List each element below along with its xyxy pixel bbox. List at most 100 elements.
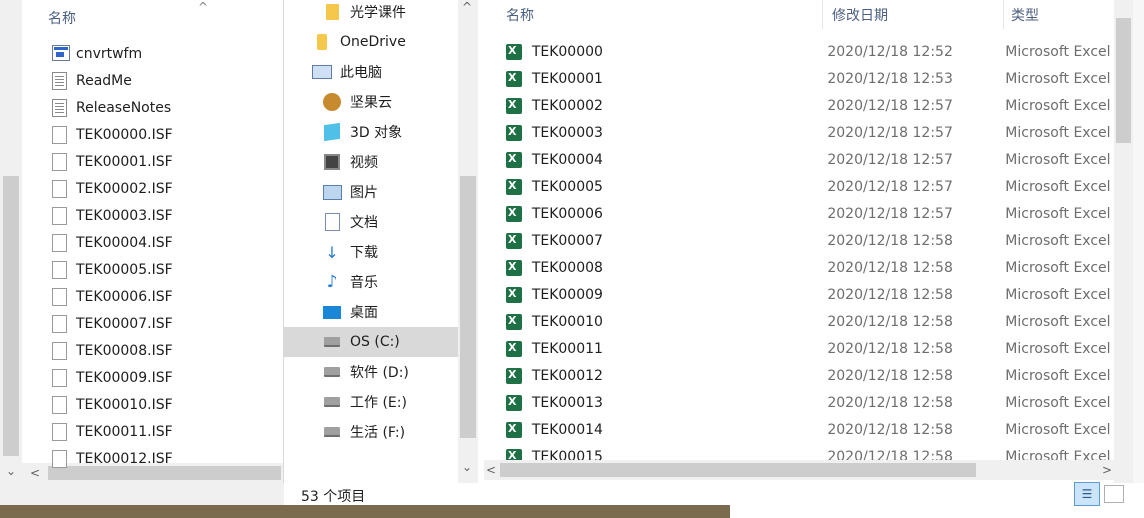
nav-item[interactable]: 此电脑 bbox=[0, 57, 458, 87]
file-name: TEK00006 bbox=[531, 205, 603, 222]
nav-item[interactable]: OS (C:) bbox=[284, 327, 458, 357]
file-type: Microsoft Excel bbox=[1005, 205, 1111, 222]
table-row[interactable]: TEK00008 2020/12/18 12:58 Microsoft Excel bbox=[506, 254, 1114, 281]
table-row[interactable]: TEK00011 2020/12/18 12:58 Microsoft Excel bbox=[506, 335, 1114, 362]
nav-item-label: 图片 bbox=[350, 185, 378, 201]
excel-file-icon bbox=[506, 367, 522, 384]
nav-item-label: 生活 (F:) bbox=[350, 425, 406, 441]
file-type: Microsoft Excel bbox=[1005, 286, 1111, 303]
file-icon bbox=[52, 449, 68, 468]
column-header-type[interactable]: 类型 bbox=[1011, 5, 1039, 25]
table-row[interactable]: TEK00010 2020/12/18 12:58 Microsoft Excel bbox=[506, 308, 1114, 335]
desktop-background bbox=[0, 505, 730, 518]
nav-vertical-scrollbar[interactable]: ^ ⌄ bbox=[458, 0, 478, 483]
modified-date: 2020/12/18 12:58 bbox=[827, 313, 953, 330]
excel-file-icon bbox=[506, 340, 522, 357]
nav-item-label: 工作 (E:) bbox=[350, 395, 407, 411]
nav-item-label: 下载 bbox=[350, 245, 378, 261]
excel-file-icon bbox=[506, 313, 522, 330]
modified-date: 2020/12/18 12:52 bbox=[827, 43, 953, 60]
drive-icon bbox=[322, 362, 342, 382]
column-header-name[interactable]: 名称 bbox=[506, 5, 534, 25]
chevron-down-icon[interactable]: ⌄ bbox=[462, 460, 472, 474]
file-name: TEK00012 bbox=[531, 367, 603, 384]
nav-item[interactable]: 文档 bbox=[0, 207, 458, 237]
chevron-left-icon[interactable]: < bbox=[486, 460, 496, 480]
table-row[interactable]: TEK00004 2020/12/18 12:57 Microsoft Excel bbox=[506, 146, 1114, 173]
nav-item[interactable]: 桌面 bbox=[0, 297, 458, 327]
modified-date: 2020/12/18 12:53 bbox=[827, 70, 953, 87]
file-name: TEK00010 bbox=[531, 313, 603, 330]
table-row[interactable]: TEK00000 2020/12/18 12:52 Microsoft Excel bbox=[506, 38, 1114, 65]
main-scroll-thumb[interactable] bbox=[1116, 18, 1131, 143]
nav-item-label: OS (C:) bbox=[350, 334, 400, 350]
excel-file-icon bbox=[506, 43, 522, 60]
nav-item[interactable]: OneDrive bbox=[0, 27, 458, 57]
downloads-icon: ↓ bbox=[325, 242, 339, 262]
chevron-right-icon[interactable]: > bbox=[1102, 460, 1112, 480]
nav-item[interactable]: 软件 (D:) bbox=[0, 357, 458, 387]
excel-file-icon bbox=[506, 97, 522, 114]
column-divider[interactable] bbox=[822, 0, 823, 29]
file-name: TEK00003 bbox=[531, 124, 603, 141]
nav-item[interactable]: 视频 bbox=[0, 147, 458, 177]
modified-date: 2020/12/18 12:58 bbox=[827, 232, 953, 249]
modified-date: 2020/12/18 12:58 bbox=[827, 259, 953, 276]
nav-item-label: 坚果云 bbox=[350, 95, 392, 111]
3d-objects-icon bbox=[322, 122, 342, 142]
music-icon: ♪ bbox=[326, 272, 338, 292]
file-type: Microsoft Excel bbox=[1005, 70, 1111, 87]
chevron-left-icon[interactable]: < bbox=[30, 463, 40, 483]
nav-item[interactable]: 生活 (F:) bbox=[0, 417, 458, 447]
column-divider[interactable] bbox=[1003, 0, 1004, 29]
table-row[interactable]: TEK00006 2020/12/18 12:57 Microsoft Excel bbox=[506, 200, 1114, 227]
modified-date: 2020/12/18 12:57 bbox=[827, 124, 953, 141]
file-name: TEK00000 bbox=[531, 43, 603, 60]
nav-item[interactable]: 图片 bbox=[0, 177, 458, 207]
main-horizontal-scrollbar[interactable]: < > bbox=[484, 460, 1114, 480]
drive-icon bbox=[322, 392, 342, 412]
nav-item[interactable]: 光学课件 bbox=[0, 0, 458, 27]
table-row[interactable]: TEK00007 2020/12/18 12:58 Microsoft Excel bbox=[506, 227, 1114, 254]
chevron-up-icon[interactable]: ^ bbox=[462, 0, 472, 14]
item-count: 53 个项目 bbox=[301, 489, 366, 505]
nav-item[interactable]: 工作 (E:) bbox=[0, 387, 458, 417]
file-type: Microsoft Excel bbox=[1005, 124, 1111, 141]
large-icons-view-button[interactable] bbox=[1104, 485, 1124, 503]
main-vertical-scrollbar[interactable] bbox=[1114, 0, 1133, 483]
nav-item-label: 桌面 bbox=[350, 305, 378, 321]
main-hscroll-thumb[interactable] bbox=[500, 463, 976, 477]
nav-item[interactable]: 坚果云 bbox=[0, 87, 458, 117]
file-name: TEK00007 bbox=[531, 232, 603, 249]
column-header-date[interactable]: 修改日期 bbox=[832, 5, 888, 25]
onedrive-icon bbox=[312, 32, 332, 52]
list-item[interactable]: TEK00012.ISF bbox=[52, 445, 173, 472]
details-view-button[interactable]: ☰ bbox=[1074, 482, 1100, 506]
nav-scroll-thumb[interactable] bbox=[460, 176, 476, 438]
nav-item[interactable]: 3D 对象 bbox=[0, 117, 458, 147]
folder-icon bbox=[322, 2, 342, 22]
file-type: Microsoft Excel bbox=[1005, 43, 1111, 60]
nav-item[interactable]: ↓ 下载 bbox=[0, 237, 458, 267]
table-row[interactable]: TEK00003 2020/12/18 12:57 Microsoft Excel bbox=[506, 119, 1114, 146]
excel-file-icon bbox=[506, 151, 522, 168]
nav-item-label: 视频 bbox=[350, 155, 378, 171]
file-type: Microsoft Excel bbox=[1005, 97, 1111, 114]
videos-icon bbox=[322, 152, 342, 172]
table-row[interactable]: TEK00001 2020/12/18 12:53 Microsoft Excel bbox=[506, 65, 1114, 92]
file-name: TEK00002 bbox=[531, 97, 603, 114]
modified-date: 2020/12/18 12:58 bbox=[827, 286, 953, 303]
file-name: TEK00001 bbox=[531, 70, 603, 87]
table-row[interactable]: TEK00005 2020/12/18 12:57 Microsoft Excel bbox=[506, 173, 1114, 200]
modified-date: 2020/12/18 12:57 bbox=[827, 151, 953, 168]
table-row[interactable]: TEK00014 2020/12/18 12:58 Microsoft Excel bbox=[506, 416, 1114, 443]
table-row[interactable]: TEK00009 2020/12/18 12:58 Microsoft Excel bbox=[506, 281, 1114, 308]
nutstore-icon bbox=[322, 92, 342, 112]
documents-icon bbox=[322, 212, 342, 232]
nav-item[interactable]: ♪ 音乐 bbox=[0, 267, 458, 297]
table-row[interactable]: TEK00012 2020/12/18 12:58 Microsoft Excel bbox=[506, 362, 1114, 389]
chevron-down-icon[interactable]: ⌄ bbox=[5, 463, 17, 479]
this-pc-icon bbox=[312, 62, 332, 82]
table-row[interactable]: TEK00013 2020/12/18 12:58 Microsoft Excel bbox=[506, 389, 1114, 416]
table-row[interactable]: TEK00002 2020/12/18 12:57 Microsoft Excel bbox=[506, 92, 1114, 119]
